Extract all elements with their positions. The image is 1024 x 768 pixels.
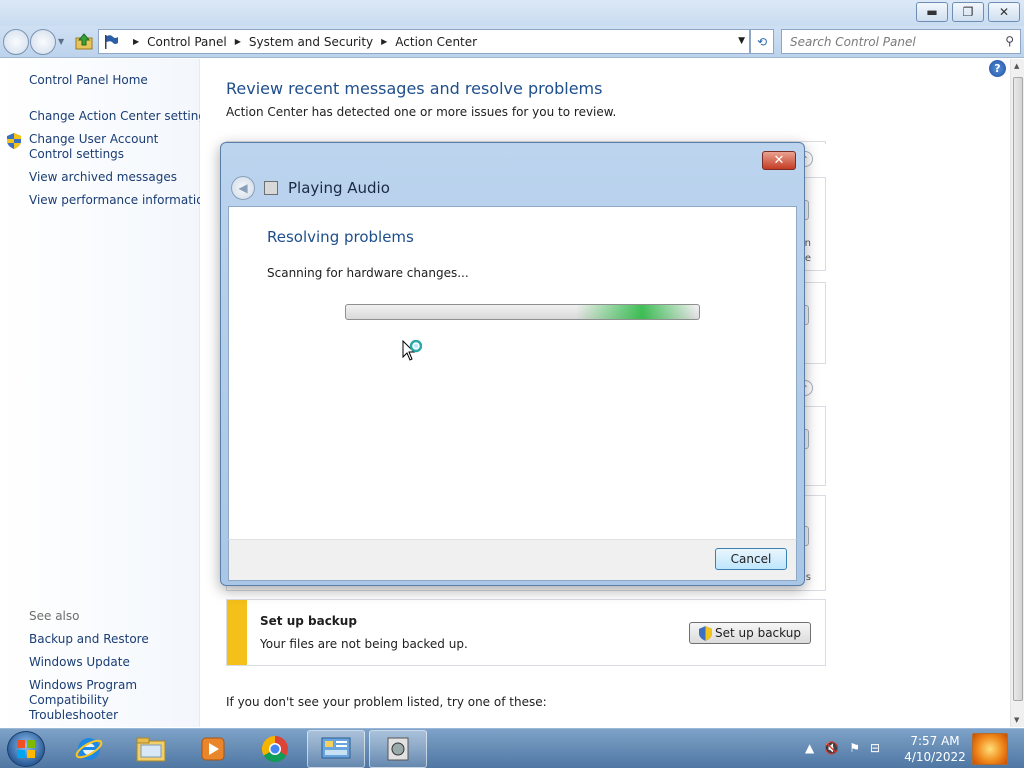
- action-center-tray-icon[interactable]: ⊟: [870, 741, 880, 755]
- link-change-action-center-settings[interactable]: Change Action Center settings: [29, 109, 212, 124]
- taskbar-windows-explorer[interactable]: [122, 730, 180, 768]
- taskbar-chrome[interactable]: [246, 730, 304, 768]
- dialog-status-text: Scanning for hardware changes...: [267, 266, 469, 280]
- windows-logo-icon: [17, 740, 35, 758]
- breadcrumb-separator-icon[interactable]: ▶: [235, 37, 241, 46]
- troubleshooter-icon: [264, 181, 278, 195]
- back-button[interactable]: [3, 29, 29, 55]
- try-these-text: If you don't see your problem listed, tr…: [226, 695, 547, 709]
- breadcrumb-system-security[interactable]: System and Security: [249, 35, 373, 49]
- uac-shield-icon: [699, 625, 713, 641]
- breadcrumb-control-panel[interactable]: Control Panel: [147, 35, 227, 49]
- link-change-uac-settings[interactable]: Change User Account Control settings: [29, 132, 197, 162]
- taskbar-troubleshooter[interactable]: [369, 730, 427, 768]
- help-icon[interactable]: ?: [989, 60, 1006, 77]
- busy-cursor-icon: [402, 340, 422, 361]
- message-text-fragment: s: [805, 572, 811, 583]
- forward-button[interactable]: [30, 29, 56, 55]
- action-center-flag-icon: [105, 34, 118, 49]
- progress-bar: [345, 304, 700, 320]
- taskbar-media-player[interactable]: [184, 730, 242, 768]
- link-program-compatibility-troubleshooter[interactable]: Windows Program Compatibility Troublesho…: [29, 678, 194, 723]
- dialog-footer: Cancel: [228, 539, 797, 581]
- backup-title: Set up backup: [260, 614, 357, 628]
- dialog-back-button[interactable]: ◀: [231, 176, 255, 200]
- dialog-content: Resolving problems Scanning for hardware…: [228, 206, 797, 539]
- page-title: Review recent messages and resolve probl…: [226, 79, 603, 98]
- progress-marquee: [576, 305, 696, 319]
- link-windows-update[interactable]: Windows Update: [29, 655, 130, 670]
- start-button[interactable]: [7, 731, 45, 767]
- control-panel-icon: [321, 737, 351, 759]
- search-placeholder: Search Control Panel: [790, 35, 916, 49]
- message-text-fragment: e: [804, 253, 811, 264]
- volume-muted-icon[interactable]: 🔇: [824, 741, 839, 755]
- link-view-performance-information[interactable]: View performance information: [29, 193, 211, 208]
- breadcrumb-separator-icon: ▶: [133, 37, 140, 46]
- user-picture-show-desktop[interactable]: [972, 733, 1008, 765]
- scroll-thumb[interactable]: [1013, 77, 1023, 701]
- cancel-button[interactable]: Cancel: [715, 548, 787, 570]
- link-view-archived-messages[interactable]: View archived messages: [29, 170, 177, 185]
- network-icon[interactable]: ⚑: [849, 741, 860, 755]
- backup-panel: Set up backup Your files are not being b…: [226, 599, 826, 666]
- page-subtitle: Action Center has detected one or more i…: [226, 105, 617, 119]
- clock-date: 4/10/2022: [904, 750, 966, 764]
- link-backup-and-restore[interactable]: Backup and Restore: [29, 632, 149, 647]
- uac-shield-icon: [7, 133, 21, 149]
- close-button[interactable]: ✕: [988, 2, 1020, 22]
- taskbar-internet-explorer[interactable]: [60, 730, 118, 768]
- refresh-button[interactable]: ⟲: [750, 29, 774, 54]
- message-text-fragment: n: [804, 238, 811, 249]
- window-titlebar: ▬ ❐ ✕: [0, 0, 1024, 26]
- show-hidden-icons-icon[interactable]: ▲: [805, 741, 814, 755]
- set-up-backup-button[interactable]: Set up backup: [689, 622, 811, 644]
- troubleshooter-taskbar-icon: [387, 737, 409, 761]
- set-up-backup-label: Set up backup: [715, 626, 801, 640]
- link-control-panel-home[interactable]: Control Panel Home: [29, 73, 148, 88]
- breadcrumb-separator-icon[interactable]: ▶: [381, 37, 387, 46]
- up-folder-icon[interactable]: [75, 32, 93, 50]
- search-icon[interactable]: ⚲: [1005, 34, 1014, 48]
- search-input[interactable]: Search Control Panel ⚲: [781, 29, 1021, 54]
- address-dropdown-icon[interactable]: ▼: [738, 36, 745, 46]
- clock[interactable]: 7:57 AM 4/10/2022: [900, 733, 970, 765]
- taskbar-control-panel[interactable]: [307, 730, 365, 768]
- address-bar[interactable]: ▶ Control Panel ▶ System and Security ▶ …: [98, 29, 750, 54]
- minimize-button[interactable]: ▬: [916, 2, 948, 22]
- system-tray: ▲ 🔇 ⚑ ⊟: [805, 741, 880, 755]
- recent-pages-dropdown-icon[interactable]: ▼: [58, 37, 64, 46]
- internet-explorer-icon: [75, 738, 103, 760]
- backup-text: Your files are not being backed up.: [260, 637, 468, 651]
- dialog-title: Playing Audio: [288, 179, 390, 197]
- taskbar: ▲ 🔇 ⚑ ⊟ 7:57 AM 4/10/2022: [0, 728, 1024, 768]
- vertical-scrollbar[interactable]: ▲ ▼: [1010, 59, 1024, 727]
- left-task-pane: Control Panel Home Change Action Center …: [0, 59, 212, 727]
- breadcrumb-action-center[interactable]: Action Center: [395, 35, 477, 49]
- scroll-down-icon[interactable]: ▼: [1014, 716, 1019, 724]
- navigation-bar: ▼ ▶ Control Panel ▶ System and Security …: [0, 26, 1024, 58]
- scroll-up-icon[interactable]: ▲: [1014, 62, 1019, 70]
- media-player-icon: [201, 737, 225, 761]
- clock-time: 7:57 AM: [910, 734, 960, 748]
- chrome-icon: [261, 735, 288, 763]
- see-also-heading: See also: [29, 609, 80, 623]
- warning-bar: [227, 600, 247, 665]
- dialog-heading: Resolving problems: [267, 228, 414, 246]
- folder-icon: [136, 737, 166, 762]
- dialog-close-button[interactable]: ✕: [762, 151, 796, 170]
- troubleshooter-dialog: ✕ ◀ Playing Audio Resolving problems Sca…: [220, 142, 805, 586]
- maximize-button[interactable]: ❐: [952, 2, 984, 22]
